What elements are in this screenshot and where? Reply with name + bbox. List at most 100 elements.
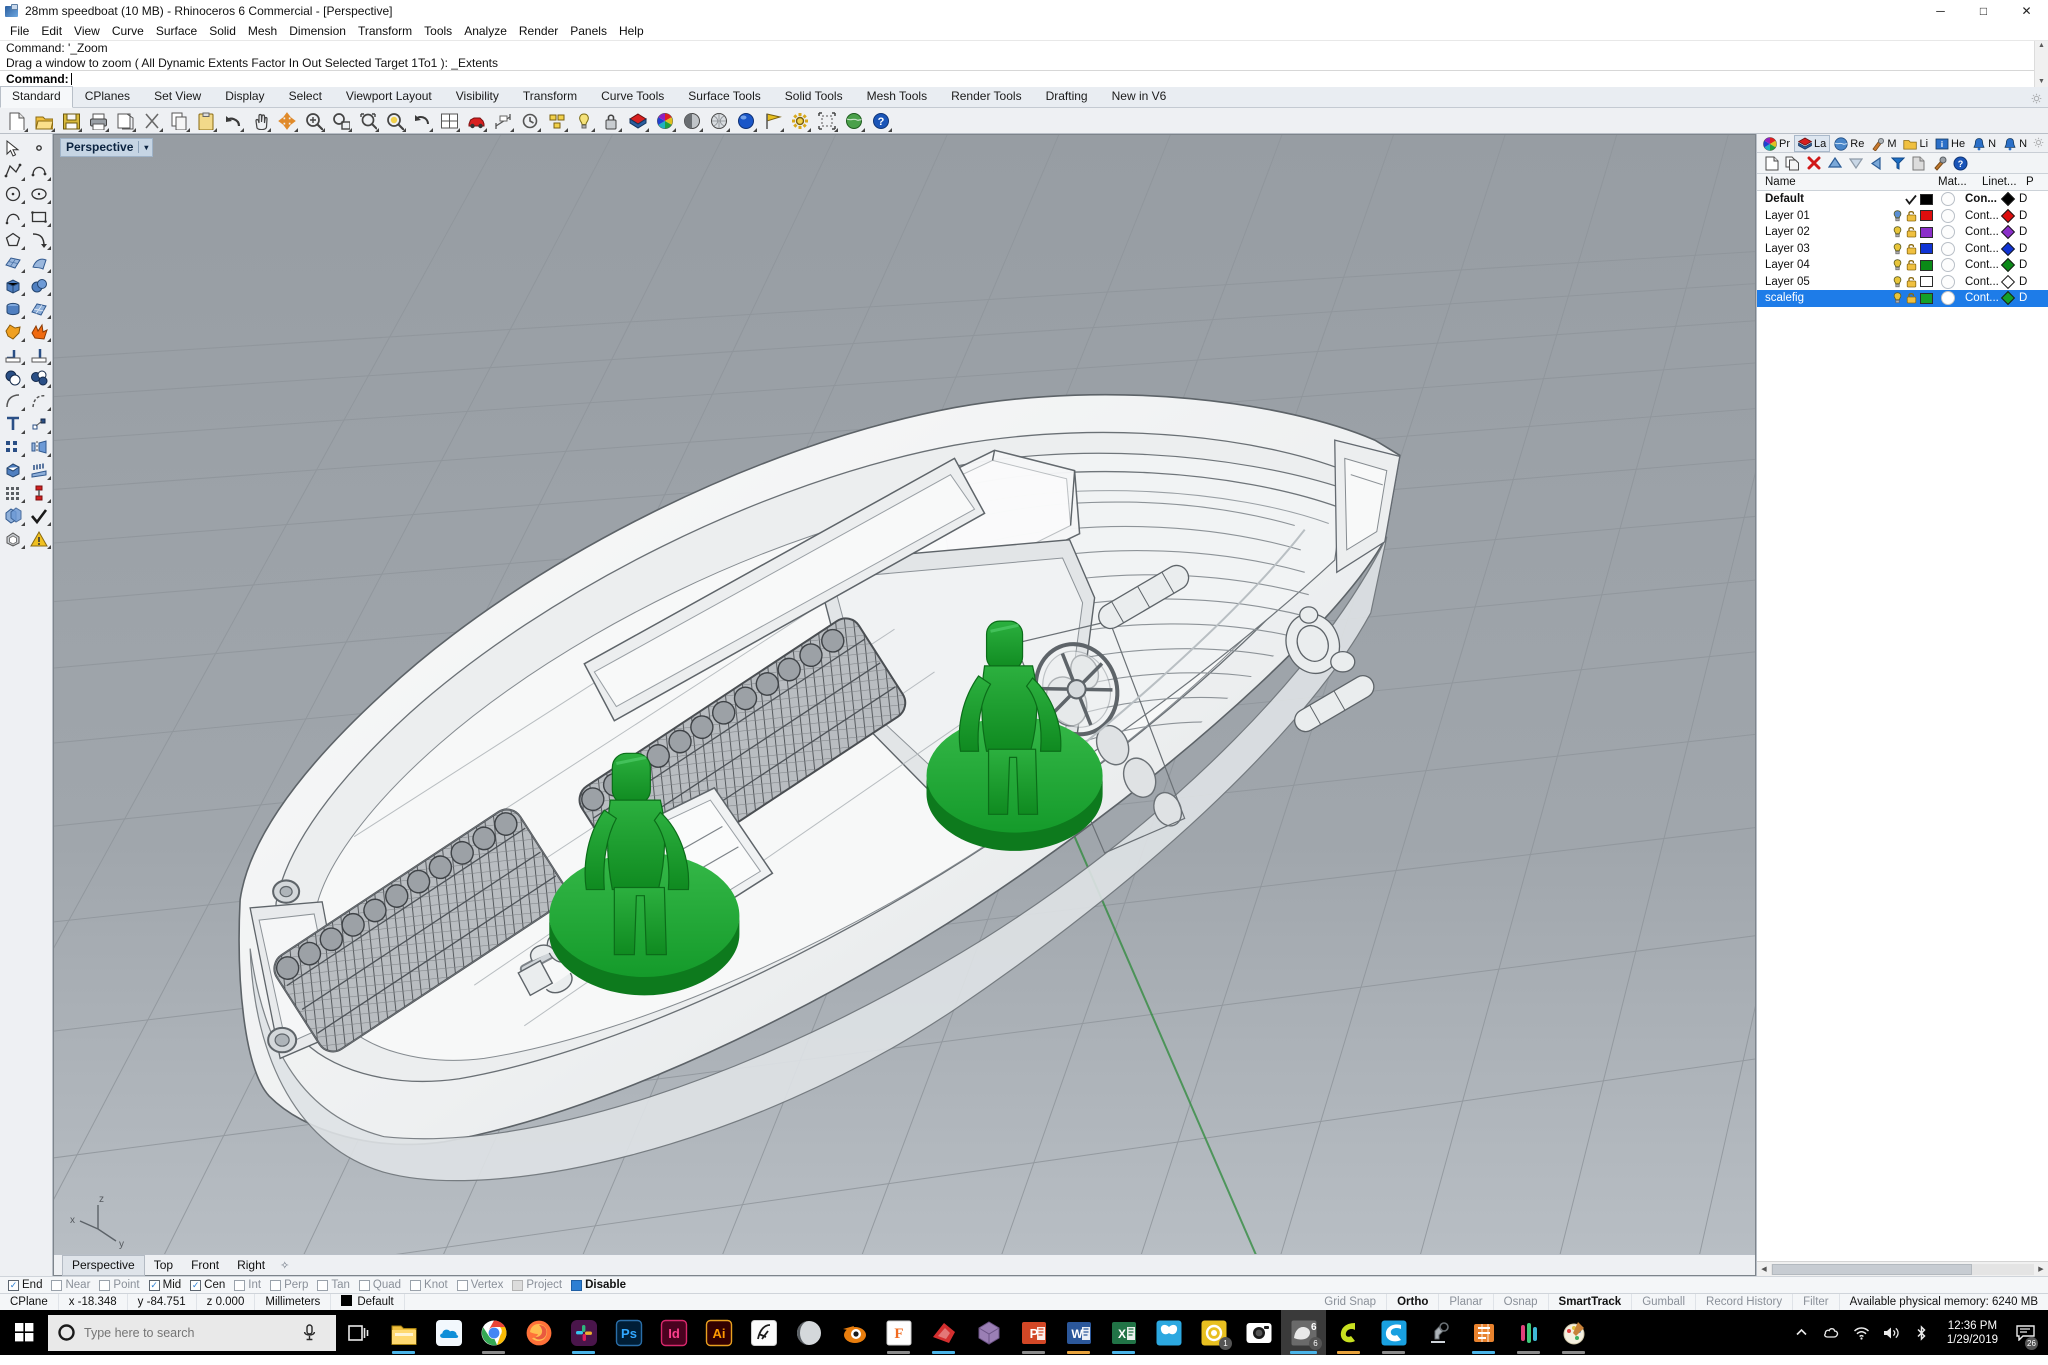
wifi-icon[interactable]	[1847, 1310, 1877, 1355]
osnap-checkbox[interactable]	[51, 1279, 63, 1291]
toolbar-options-gear-icon[interactable]	[2031, 93, 2042, 104]
left-tool-circle[interactable]	[0, 182, 26, 205]
taskbar-app-excel[interactable]: X	[1101, 1310, 1146, 1355]
menu-item-surface[interactable]: Surface	[150, 22, 203, 40]
taskbar-app-file-explorer[interactable]	[381, 1310, 426, 1355]
toolbar-tab-viewport-layout[interactable]: Viewport Layout	[334, 86, 444, 107]
toolbar-button-copy-view[interactable]	[112, 109, 138, 133]
toolbar-button-gear[interactable]	[787, 109, 813, 133]
menu-item-view[interactable]: View	[68, 22, 106, 40]
toolbar-button-zoom-extents[interactable]	[355, 109, 381, 133]
smarttrack-toggle[interactable]: SmartTrack	[1549, 1294, 1633, 1310]
toolbar-button-open-file[interactable]	[31, 109, 57, 133]
scroll-left-arrow[interactable]: ◀	[1757, 1265, 1771, 1273]
layer-list[interactable]: Default Con... D Layer 01 Cont... D Layer 02 Co…	[1757, 191, 2048, 1261]
layer-material-swatch[interactable]	[1941, 192, 1955, 207]
layer-linetype[interactable]: Cont...	[1955, 292, 2003, 304]
column-header-print[interactable]: P	[2026, 176, 2048, 188]
toolbar-button-layer-light[interactable]	[571, 109, 597, 133]
taskbar-app-indesign[interactable]: Id	[651, 1310, 696, 1355]
left-tool-rectangle[interactable]	[26, 205, 52, 228]
planar-toggle[interactable]: Planar	[1439, 1294, 1494, 1310]
taskbar-app-calibre[interactable]	[1326, 1310, 1371, 1355]
layer-print-column[interactable]: D	[2000, 192, 2043, 207]
layer-name[interactable]: Layer 05	[1757, 276, 1877, 288]
delete-layer-icon[interactable]	[1804, 154, 1823, 172]
layer-row[interactable]: Default Con... D	[1757, 191, 2048, 208]
current-layer[interactable]: Default	[331, 1294, 405, 1310]
layer-name[interactable]: Layer 03	[1757, 243, 1877, 255]
layer-tools-icon[interactable]	[1930, 154, 1949, 172]
taskbar-app-photoshop[interactable]: Ps	[606, 1310, 651, 1355]
left-tool-loft[interactable]	[26, 251, 52, 274]
left-tool-cylinder[interactable]	[0, 297, 26, 320]
command-scrollbar[interactable]: ▲ ▼	[2034, 41, 2048, 87]
action-center-button[interactable]: 26	[2008, 1310, 2042, 1355]
left-tool-curve[interactable]	[26, 159, 52, 182]
layer-lock-icon[interactable]	[1906, 243, 1917, 255]
layer-linetype[interactable]: Cont...	[1955, 226, 2003, 238]
layer-row[interactable]: Layer 04 Cont... D	[1757, 257, 2048, 274]
toolbar-tab-mesh-tools[interactable]: Mesh Tools	[855, 86, 939, 107]
layers-tab[interactable]: La	[1794, 135, 1831, 152]
column-header-material[interactable]: Mat...	[1938, 176, 1982, 188]
layer-lock-icon[interactable]	[1906, 276, 1917, 288]
taskbar-app-fusion360[interactable]: F	[876, 1310, 921, 1355]
left-tool-arc[interactable]	[0, 205, 26, 228]
toolbar-button-render[interactable]	[733, 109, 759, 133]
column-header-name[interactable]: Name	[1757, 176, 1938, 188]
toolbar-button-zoom-in[interactable]	[301, 109, 327, 133]
left-tool-box[interactable]	[0, 274, 26, 297]
layer-name[interactable]: Layer 02	[1757, 226, 1877, 238]
notification-tab-1[interactable]: N	[1969, 135, 1999, 152]
toolbar-tab-standard[interactable]: Standard	[0, 86, 73, 108]
layer-print-color-diamond[interactable]	[2000, 225, 2016, 240]
taskbar-app-blender[interactable]	[831, 1310, 876, 1355]
toolbar-button-new-file[interactable]	[4, 109, 30, 133]
add-viewport-tab-icon[interactable]: ✧	[274, 1259, 295, 1272]
taskbar-search-box[interactable]	[48, 1314, 336, 1351]
toolbar-button-zoom-selected[interactable]	[382, 109, 408, 133]
layer-color-swatch[interactable]	[1920, 276, 1933, 288]
left-tool-shell[interactable]	[0, 527, 26, 550]
cloud-icon[interactable]	[1817, 1310, 1847, 1355]
menu-item-dimension[interactable]: Dimension	[283, 22, 352, 40]
toolbar-button-car[interactable]	[463, 109, 489, 133]
layer-row[interactable]: Layer 02 Cont... D	[1757, 224, 2048, 241]
toolbar-button-bbox[interactable]	[814, 109, 840, 133]
menu-item-curve[interactable]: Curve	[106, 22, 150, 40]
toolbar-tab-transform[interactable]: Transform	[511, 86, 589, 107]
layer-material-swatch[interactable]	[1941, 208, 1955, 223]
osnap-checkbox[interactable]	[410, 1279, 422, 1291]
layer-material-swatch[interactable]	[1941, 274, 1955, 289]
left-tool-point-editing[interactable]	[26, 412, 52, 435]
osnap-checkbox[interactable]	[456, 1279, 468, 1291]
menu-item-file[interactable]: File	[4, 22, 35, 40]
layer-row[interactable]: Layer 01 Cont... D	[1757, 208, 2048, 225]
layer-print-column[interactable]: D	[2000, 291, 2043, 306]
toolbar-tab-surface-tools[interactable]: Surface Tools	[676, 86, 773, 107]
left-tool-ellipse[interactable]	[26, 182, 52, 205]
layer-linetype[interactable]: Cont...	[1955, 243, 2003, 255]
osnap-knot[interactable]: Knot	[408, 1279, 455, 1291]
maximize-button[interactable]: □	[1962, 0, 2005, 22]
layer-print-column[interactable]: D	[2000, 274, 2043, 289]
layer-color-swatch[interactable]	[1920, 243, 1933, 255]
menu-item-transform[interactable]: Transform	[352, 22, 418, 40]
taskbar-app-netfabb[interactable]	[1461, 1310, 1506, 1355]
toolbar-tab-drafting[interactable]: Drafting	[1034, 86, 1100, 107]
help-tab[interactable]: i He	[1932, 135, 1968, 152]
taskbar-app-meshmixer[interactable]	[966, 1310, 1011, 1355]
left-tool-point[interactable]	[26, 136, 52, 159]
layer-visibility-bulb-icon[interactable]	[1892, 226, 1903, 238]
toolbar-button-zoom-window[interactable]	[328, 109, 354, 133]
toolbar-button-ghosted[interactable]	[706, 109, 732, 133]
minimize-button[interactable]: ─	[1919, 0, 1962, 22]
toolbar-button-four-view[interactable]	[436, 109, 462, 133]
taskbar-app-illustrator[interactable]: Ai	[696, 1310, 741, 1355]
layer-lock-icon[interactable]	[1906, 210, 1917, 222]
menu-item-analyze[interactable]: Analyze	[458, 22, 513, 40]
osnap-checkbox[interactable]	[234, 1279, 246, 1291]
osnap-tan[interactable]: Tan	[315, 1279, 357, 1291]
layer-print-color-diamond[interactable]	[2000, 258, 2016, 273]
